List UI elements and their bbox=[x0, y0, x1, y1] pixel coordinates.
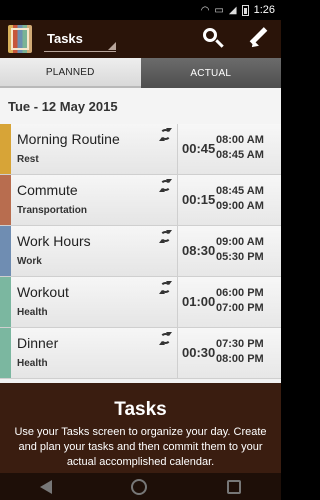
task-info[interactable]: Work Hours Work bbox=[11, 226, 178, 276]
category-color-stripe bbox=[0, 124, 11, 174]
task-time[interactable]: 01:00 06:00 PM 07:00 PM bbox=[178, 277, 281, 327]
task-duration: 00:30 bbox=[182, 345, 216, 360]
category-color-stripe bbox=[0, 328, 11, 378]
task-time[interactable]: 00:30 07:30 PM 08:00 PM bbox=[178, 328, 281, 378]
category-color-stripe bbox=[0, 175, 11, 225]
no-sim-icon: ▭ bbox=[214, 4, 224, 16]
task-list-container: Tue - 12 May 2015 Morning Routine Rest 0… bbox=[0, 88, 281, 383]
task-end-time: 08:00 PM bbox=[216, 353, 264, 365]
task-category: Health bbox=[17, 307, 48, 318]
task-start-time: 06:00 PM bbox=[216, 287, 264, 299]
wifi-icon: ◠ bbox=[200, 4, 210, 16]
sync-icon[interactable] bbox=[159, 281, 172, 294]
task-duration: 00:45 bbox=[182, 141, 216, 156]
status-bar: ◠ ▭ ◢ 1:26 bbox=[0, 0, 281, 20]
task-time[interactable]: 00:15 08:45 AM 09:00 AM bbox=[178, 175, 281, 225]
recent-apps-icon[interactable] bbox=[227, 479, 242, 494]
info-panel: Tasks Use your Tasks screen to organize … bbox=[0, 383, 281, 473]
category-color-stripe bbox=[0, 226, 11, 276]
task-name: Morning Routine bbox=[17, 131, 120, 147]
task-time[interactable]: 00:45 08:00 AM 08:45 AM bbox=[178, 124, 281, 174]
task-start-time: 08:00 AM bbox=[216, 134, 264, 146]
task-name: Commute bbox=[17, 182, 78, 198]
date-header: Tue - 12 May 2015 bbox=[0, 88, 281, 124]
task-start-time: 07:30 PM bbox=[216, 338, 264, 350]
task-row[interactable]: Workout Health 01:00 06:00 PM 07:00 PM bbox=[0, 277, 281, 328]
task-category: Rest bbox=[17, 154, 39, 165]
task-name: Dinner bbox=[17, 335, 59, 351]
info-text: Use your Tasks screen to organize your d… bbox=[14, 426, 267, 468]
app-bar: Tasks bbox=[0, 20, 281, 58]
back-icon[interactable] bbox=[39, 479, 52, 494]
sync-icon[interactable] bbox=[159, 128, 172, 141]
battery-icon bbox=[241, 4, 249, 16]
app-logo-icon[interactable] bbox=[8, 25, 32, 53]
task-time[interactable]: 08:30 09:00 AM 05:30 PM bbox=[178, 226, 281, 276]
screen-selector-label: Tasks bbox=[47, 31, 83, 46]
category-color-stripe bbox=[0, 277, 11, 327]
home-icon[interactable] bbox=[131, 478, 148, 495]
tab-bar: PLANNED ACTUAL bbox=[0, 58, 281, 88]
task-info[interactable]: Dinner Health bbox=[11, 328, 178, 378]
task-category: Transportation bbox=[17, 205, 88, 216]
screen-selector[interactable]: Tasks bbox=[44, 26, 116, 52]
task-info[interactable]: Commute Transportation bbox=[11, 175, 178, 225]
task-row[interactable]: Dinner Health 00:30 07:30 PM 08:00 PM bbox=[0, 328, 281, 379]
system-nav-bar bbox=[0, 473, 281, 500]
tab-planned-label: PLANNED bbox=[45, 66, 95, 78]
task-info[interactable]: Workout Health bbox=[11, 277, 178, 327]
task-end-time: 07:00 PM bbox=[216, 302, 264, 314]
task-category: Work bbox=[17, 256, 42, 267]
task-name: Work Hours bbox=[17, 233, 91, 249]
tab-actual-label: ACTUAL bbox=[190, 67, 232, 79]
task-end-time: 08:45 AM bbox=[216, 149, 264, 161]
task-start-time: 08:45 AM bbox=[216, 185, 264, 197]
task-duration: 08:30 bbox=[182, 243, 216, 258]
tab-planned[interactable]: PLANNED bbox=[0, 58, 141, 88]
task-name: Workout bbox=[17, 284, 69, 300]
task-end-time: 09:00 AM bbox=[216, 200, 264, 212]
task-start-time: 09:00 AM bbox=[216, 236, 264, 248]
tab-actual[interactable]: ACTUAL bbox=[140, 58, 281, 88]
task-end-time: 05:30 PM bbox=[216, 251, 264, 263]
signal-icon: ◢ bbox=[228, 4, 237, 16]
task-row[interactable]: Morning Routine Rest 00:45 08:00 AM 08:4… bbox=[0, 124, 281, 175]
task-info[interactable]: Morning Routine Rest bbox=[11, 124, 178, 174]
task-row[interactable]: Commute Transportation 00:15 08:45 AM 09… bbox=[0, 175, 281, 226]
task-category: Health bbox=[17, 358, 48, 369]
sync-icon[interactable] bbox=[159, 332, 172, 345]
sync-icon[interactable] bbox=[159, 179, 172, 192]
info-title: Tasks bbox=[114, 399, 167, 420]
task-duration: 00:15 bbox=[182, 192, 216, 207]
sync-icon[interactable] bbox=[159, 230, 172, 243]
task-row[interactable]: Work Hours Work 08:30 09:00 AM 05:30 PM bbox=[0, 226, 281, 277]
edit-icon[interactable] bbox=[248, 27, 270, 50]
task-duration: 01:00 bbox=[182, 294, 216, 309]
status-time: 1:26 bbox=[253, 4, 275, 16]
search-icon[interactable] bbox=[202, 27, 224, 49]
